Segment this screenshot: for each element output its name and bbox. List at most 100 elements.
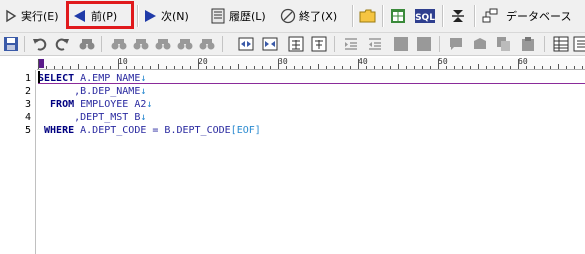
toolbar-separator bbox=[382, 5, 384, 27]
ruler-tick bbox=[182, 66, 183, 69]
toolbar-separator bbox=[101, 36, 102, 52]
ruler-tick bbox=[94, 66, 95, 69]
ruler-tick bbox=[382, 66, 383, 69]
comment-icon[interactable] bbox=[448, 36, 464, 52]
ruler-tick bbox=[326, 66, 327, 69]
find-next-icon[interactable] bbox=[133, 36, 149, 52]
ruler-tick bbox=[366, 66, 367, 69]
hankaku-icon[interactable] bbox=[311, 36, 327, 52]
redo-icon[interactable] bbox=[54, 36, 70, 52]
current-line-underline bbox=[38, 83, 585, 84]
ruler-tick bbox=[502, 66, 503, 69]
undo-icon[interactable] bbox=[32, 36, 48, 52]
sql-icon: SQL bbox=[415, 9, 435, 23]
history-button[interactable]: 履歴(L) bbox=[210, 4, 266, 28]
ruler-label: 50 bbox=[438, 57, 448, 66]
ruler-tick bbox=[550, 66, 551, 69]
line-number: 3 bbox=[24, 99, 31, 110]
code-text: EMPLOYEE A2 bbox=[74, 99, 147, 110]
run-icon bbox=[6, 9, 17, 23]
next-label: 次(N) bbox=[161, 10, 189, 23]
code-text: A.DEPT_CODE = B.DEPT_CODE bbox=[74, 125, 231, 136]
open-folder-button[interactable] bbox=[359, 4, 377, 28]
ruler-tick bbox=[374, 66, 375, 69]
newline-marker: ↓ bbox=[140, 112, 147, 123]
toolbar-separator bbox=[352, 5, 354, 27]
paste-icon[interactable] bbox=[520, 36, 536, 52]
ruler-tick bbox=[246, 66, 247, 69]
ruler-tick bbox=[302, 66, 303, 69]
run-button[interactable]: 実行(E) bbox=[4, 4, 59, 28]
toolbar-separator bbox=[544, 36, 545, 52]
ruler-tick bbox=[70, 66, 71, 69]
uncomment-icon[interactable] bbox=[472, 36, 488, 52]
ruler-tick bbox=[110, 66, 111, 69]
code-line: WHERE A.DEPT_CODE = B.DEPT_CODE[EOF] bbox=[38, 124, 261, 137]
grep-icon[interactable] bbox=[199, 36, 215, 52]
run-label: 実行(E) bbox=[21, 10, 59, 23]
ruler-tick bbox=[198, 59, 199, 69]
table-button[interactable] bbox=[390, 4, 406, 28]
sql-button[interactable]: SQL bbox=[415, 4, 435, 28]
toolbar-separator bbox=[474, 5, 476, 27]
edit-toolbar bbox=[0, 33, 585, 56]
ruler-tick bbox=[134, 66, 135, 69]
find-all-icon[interactable] bbox=[155, 36, 171, 52]
ruler-tick bbox=[86, 66, 87, 69]
copy-icon[interactable] bbox=[496, 36, 512, 52]
overflow-icon[interactable] bbox=[573, 36, 585, 52]
ruler-tick bbox=[158, 64, 159, 69]
ruler-tick bbox=[574, 66, 575, 69]
replace-icon[interactable] bbox=[177, 36, 193, 52]
exit-button[interactable]: 終了(X) bbox=[280, 4, 337, 28]
history-label: 履歴(L) bbox=[229, 10, 266, 23]
sql-editor[interactable]: SELECT A.EMP_NAME↓ ,B.DEP_NAME↓ FROM EMP… bbox=[38, 70, 585, 254]
ruler-tick bbox=[190, 66, 191, 69]
block-icon[interactable] bbox=[393, 36, 409, 52]
ruler-tick bbox=[390, 66, 391, 69]
ruler-label: 30 bbox=[278, 57, 288, 66]
find-icon[interactable] bbox=[79, 36, 95, 52]
exit-label: 終了(X) bbox=[299, 10, 338, 23]
save-icon[interactable] bbox=[3, 36, 19, 52]
collapse-button[interactable] bbox=[450, 4, 466, 28]
stop-icon bbox=[280, 8, 296, 24]
line-number: 4 bbox=[24, 112, 31, 123]
find-prev-icon[interactable] bbox=[111, 36, 127, 52]
sql-keyword: WHERE bbox=[38, 125, 75, 136]
ruler-tick bbox=[102, 66, 103, 69]
zenkaku-icon[interactable] bbox=[288, 36, 304, 52]
fullwidth-icon[interactable] bbox=[262, 36, 278, 52]
main-toolbar: 実行(E) 前(P) 次(N) 履歴(L) 終了(X) SQL データベース bbox=[0, 0, 585, 33]
database-label: データベース bbox=[506, 10, 572, 23]
toolbar-separator bbox=[137, 5, 139, 27]
ruler-tick bbox=[294, 66, 295, 69]
next-button[interactable]: 次(N) bbox=[142, 4, 189, 28]
ruler-tick bbox=[238, 64, 239, 69]
text-caret bbox=[38, 71, 40, 83]
ruler-tick bbox=[142, 66, 143, 69]
ruler-label: 40 bbox=[358, 57, 368, 66]
ruler-tick bbox=[174, 66, 175, 69]
ruler-tick bbox=[406, 66, 407, 69]
code-line: ,B.DEP_NAME↓ bbox=[38, 85, 146, 98]
collapse-icon bbox=[452, 10, 464, 22]
indent-icon[interactable] bbox=[343, 36, 359, 52]
line-number: 5 bbox=[24, 125, 31, 136]
database-button[interactable]: データベース bbox=[482, 4, 571, 28]
columns-icon[interactable] bbox=[553, 36, 569, 52]
ruler-tick bbox=[494, 66, 495, 69]
ruler-tick bbox=[430, 66, 431, 69]
ruler-tick bbox=[486, 66, 487, 69]
uppercase-icon[interactable] bbox=[416, 36, 432, 52]
halfwidth-icon[interactable] bbox=[238, 36, 254, 52]
outdent-icon[interactable] bbox=[367, 36, 383, 52]
ruler-tick bbox=[414, 66, 415, 69]
line-number-gutter: 1 2 3 4 5 bbox=[0, 70, 36, 254]
toolbar-separator bbox=[439, 36, 440, 52]
code-text: ,DEPT_MST B bbox=[38, 112, 141, 123]
table-icon bbox=[391, 9, 405, 23]
ruler-tick bbox=[118, 59, 119, 69]
toolbar-separator bbox=[442, 5, 444, 27]
code-text: ,B.DEP_NAME bbox=[38, 86, 141, 97]
